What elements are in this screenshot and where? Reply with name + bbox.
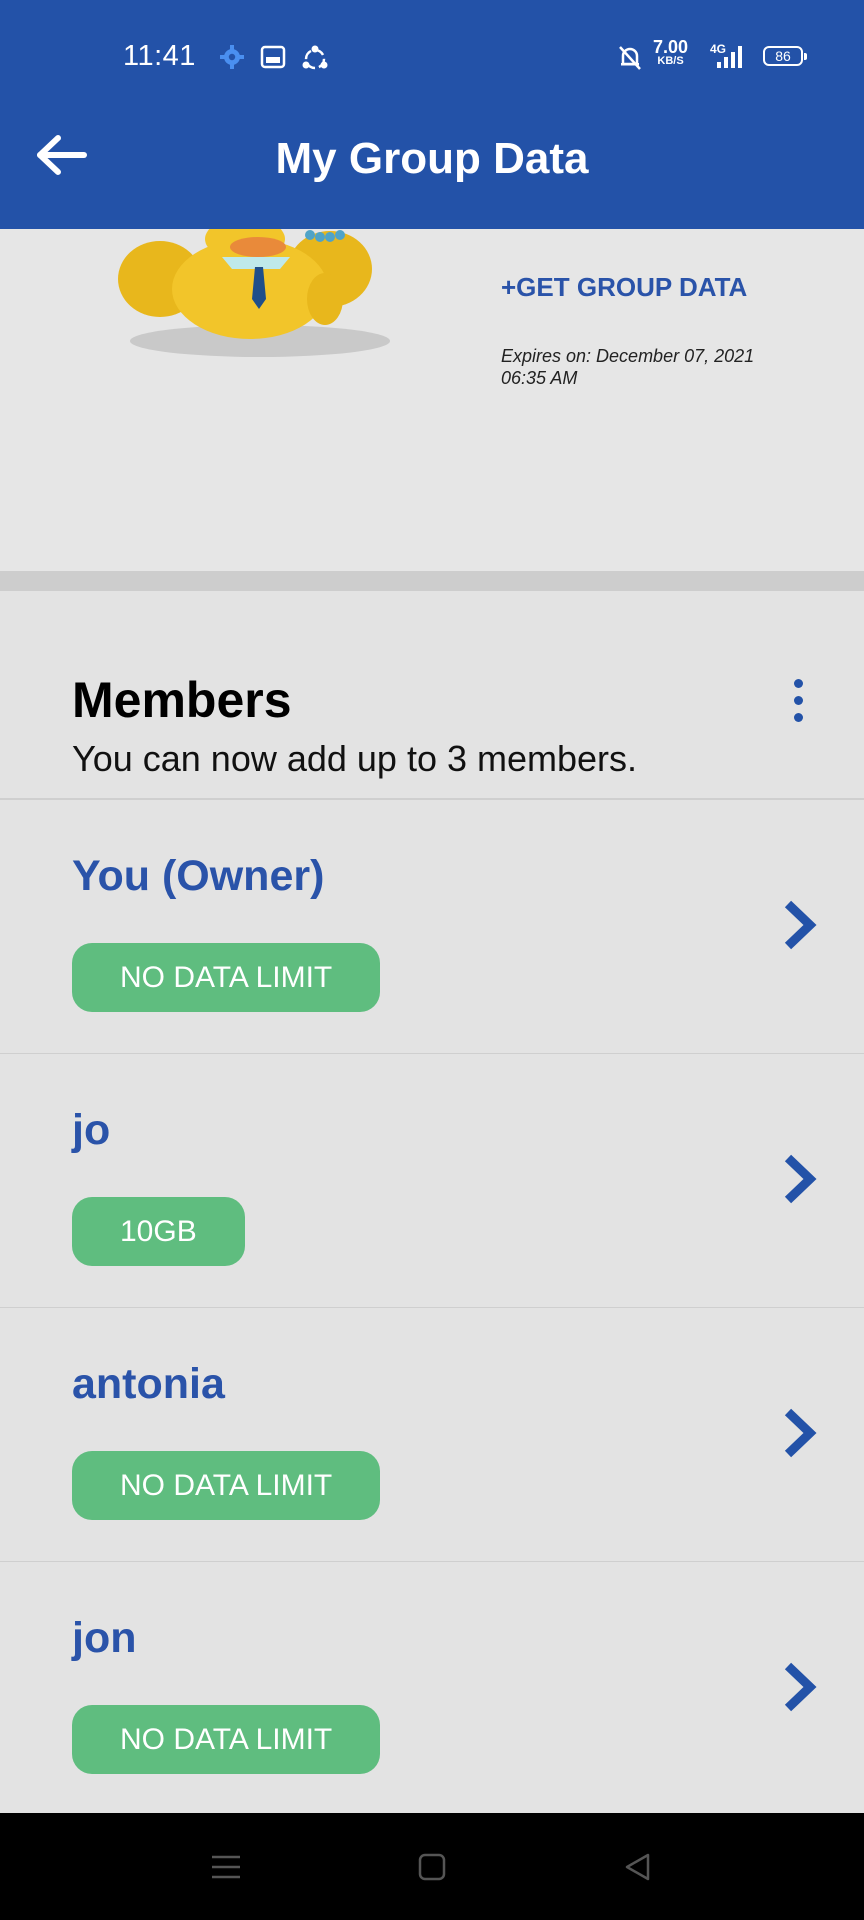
- member-name: You (Owner): [72, 852, 325, 900]
- app-header: 11:41 7.00 KB/S 4G 86 My Group Data: [0, 0, 864, 229]
- menu-icon[interactable]: [210, 1851, 242, 1883]
- network-speed: 7.00 KB/S: [653, 37, 689, 68]
- chevron-right-icon: [784, 1408, 817, 1458]
- system-nav-bar: [0, 1813, 864, 1920]
- get-group-data-button[interactable]: +GET GROUP DATA: [501, 272, 747, 303]
- member-name: jo: [72, 1106, 111, 1154]
- battery-icon: 86: [763, 46, 807, 66]
- chevron-right-icon: [784, 1662, 817, 1712]
- home-icon[interactable]: [416, 1851, 448, 1883]
- expiry-date: Expires on: December 07, 2021 06:35 AM: [501, 346, 755, 388]
- more-vert-icon: [794, 679, 803, 688]
- members-subtitle: You can now add up to 3 members.: [72, 738, 638, 779]
- more-options-button[interactable]: [786, 677, 812, 727]
- group-data-card: +GET GROUP DATA Expires on: December 07,…: [0, 229, 864, 571]
- members-title: Members: [72, 672, 292, 728]
- page-title: My Group Data: [275, 134, 589, 183]
- members-header: Members You can now add up to 3 members.: [0, 591, 864, 800]
- member-name: antonia: [72, 1360, 225, 1408]
- member-row-jon[interactable]: jon NO DATA LIMIT: [0, 1562, 864, 1815]
- back-triangle-icon[interactable]: [622, 1851, 654, 1883]
- member-row-antonia[interactable]: antonia NO DATA LIMIT: [0, 1308, 864, 1563]
- data-limit-badge: NO DATA LIMIT: [72, 1705, 381, 1774]
- network-speed-unit: KB/S: [657, 55, 684, 67]
- data-limit-badge: NO DATA LIMIT: [72, 1451, 381, 1520]
- member-name: jon: [72, 1614, 137, 1662]
- member-row-owner[interactable]: You (Owner) NO DATA LIMIT: [0, 800, 864, 1055]
- chevron-right-icon: [784, 1154, 817, 1204]
- sync-icon: [302, 45, 328, 70]
- gallery-icon: [260, 45, 286, 69]
- status-time: 11:41: [123, 40, 196, 72]
- data-limit-badge: NO DATA LIMIT: [72, 943, 381, 1012]
- signal-icon: [717, 46, 742, 68]
- bell-off-icon: [619, 46, 641, 70]
- data-limit-badge: 10GB: [72, 1197, 245, 1266]
- network-speed-value: 7.00: [653, 37, 689, 57]
- chevron-right-icon: [784, 900, 817, 950]
- duck-illustration: [118, 229, 390, 357]
- member-row-jo[interactable]: jo 10GB: [0, 1054, 864, 1309]
- section-divider: [0, 571, 864, 591]
- gear-icon: [220, 45, 244, 69]
